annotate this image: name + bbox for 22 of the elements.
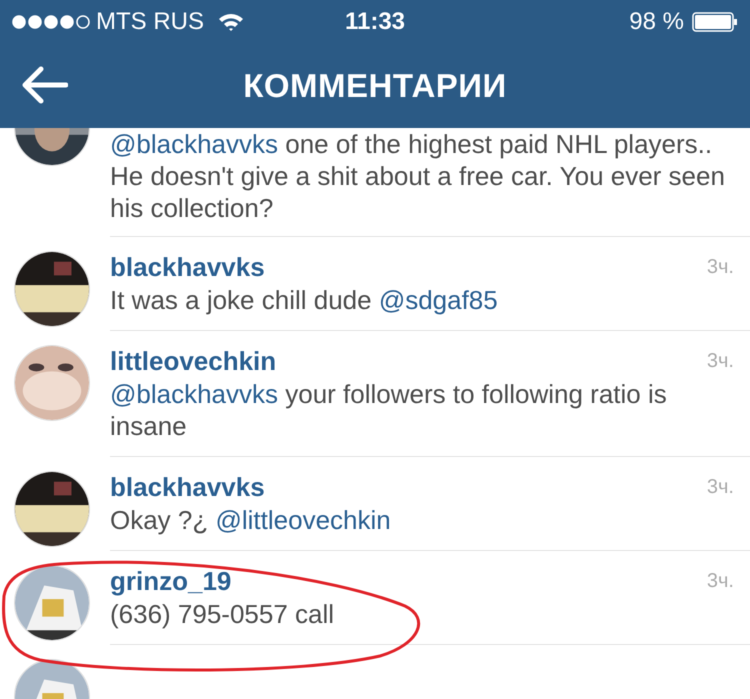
signal-icon <box>12 15 90 29</box>
comment-text: @blackhavvks one of the highest paid NHL players.. He doesn't give a shit about a free car. You ever seen his collection? <box>110 128 726 224</box>
username-link[interactable]: littleovechkin <box>110 344 707 378</box>
username-link[interactable]: blackhavvks <box>110 250 707 284</box>
wifi-icon <box>218 12 244 32</box>
clock-time: 11:33 <box>344 7 406 37</box>
comment-time: 3ч. <box>706 255 734 280</box>
battery-percent: 98 % <box>629 7 684 37</box>
comment-text: Okay ?¿ @littleovechkin <box>110 504 392 536</box>
comment-text: @blackhavvks your followers to following ratio is insane <box>110 378 668 442</box>
username-link[interactable]: grinzo_19 <box>110 564 707 598</box>
battery-icon <box>692 12 738 32</box>
comment-time: 3ч. <box>706 349 734 374</box>
comment-time: 3ч. <box>706 569 734 594</box>
screen-title: КОММЕНТАРИИ <box>243 66 507 106</box>
comment-text: It was a joke chill dude @sdgaf85 <box>110 284 499 316</box>
back-arrow-icon <box>22 66 68 104</box>
username-link[interactable]: blackhavvks <box>110 470 707 504</box>
comment-text: (636) 795-0557 call <box>110 598 336 630</box>
carrier-name: MTS RUS <box>96 7 204 37</box>
back-button[interactable] <box>22 66 68 104</box>
comment-time: 3ч. <box>706 475 734 500</box>
